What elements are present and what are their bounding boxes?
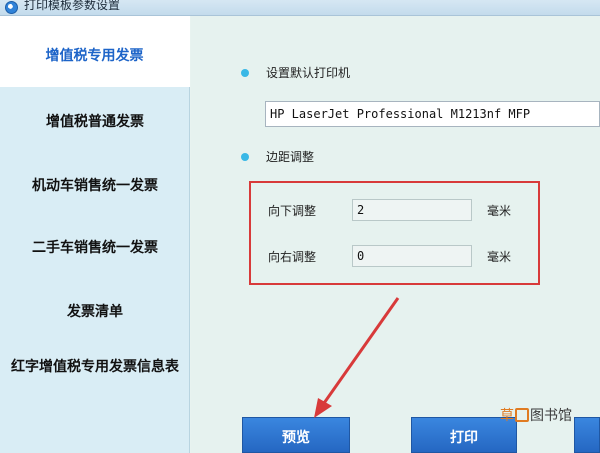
invoice-type-sidebar: 增值税专用发票 增值税普通发票 机动车销售统一发票 二手车销售统一发票 发票清单… [0, 16, 190, 453]
sidebar-item-label: 红字增值税专用发票信息表 [11, 359, 179, 375]
watermark-text-1: 草 [500, 408, 514, 424]
window-title: 打印模板参数设置 [24, 0, 121, 12]
offset-down-label: 向下调整 [268, 204, 317, 218]
sidebar-item-label: 增值税专用发票 [45, 48, 144, 64]
watermark-logo-icon [515, 408, 529, 422]
offset-down-unit: 毫米 [487, 204, 512, 218]
offset-right-unit: 毫米 [487, 250, 512, 264]
sidebar-item-motor-vehicle[interactable]: 机动车销售统一发票 [0, 176, 190, 196]
sidebar-item-label: 增值税普通发票 [46, 114, 144, 130]
offset-right-input[interactable]: 0 [352, 245, 472, 267]
offset-down-input[interactable]: 2 [352, 199, 472, 221]
margin-adjust-label: 边距调整 [266, 150, 315, 164]
sidebar-item-vat-normal[interactable]: 增值税普通发票 [0, 112, 190, 132]
watermark-text-2: 图书馆 [530, 408, 572, 424]
preview-button[interactable]: 预览 [242, 417, 350, 453]
printer-select[interactable]: HP LaserJet Professional M1213nf MFP [265, 101, 600, 127]
margin-highlight-box [249, 181, 540, 285]
sidebar-item-label: 二手车销售统一发票 [32, 240, 158, 256]
watermark: 草图书馆 [500, 404, 598, 428]
sidebar-item-used-car[interactable]: 二手车销售统一发票 [0, 238, 190, 258]
title-bar: 打印模板参数设置 [0, 0, 600, 16]
sidebar-item-red-invoice-info[interactable]: 红字增值税专用发票信息表 [0, 356, 190, 378]
sidebar-item-vat-special[interactable]: 增值税专用发票 [0, 16, 190, 87]
sidebar-item-invoice-list[interactable]: 发票清单 [0, 302, 190, 322]
default-printer-label: 设置默认打印机 [266, 66, 351, 80]
bullet-icon [241, 69, 249, 77]
offset-right-label: 向右调整 [268, 250, 317, 264]
app-icon [5, 1, 18, 14]
sidebar-item-label: 发票清单 [67, 304, 123, 320]
bullet-icon [241, 153, 249, 161]
sidebar-item-label: 机动车销售统一发票 [32, 178, 158, 194]
